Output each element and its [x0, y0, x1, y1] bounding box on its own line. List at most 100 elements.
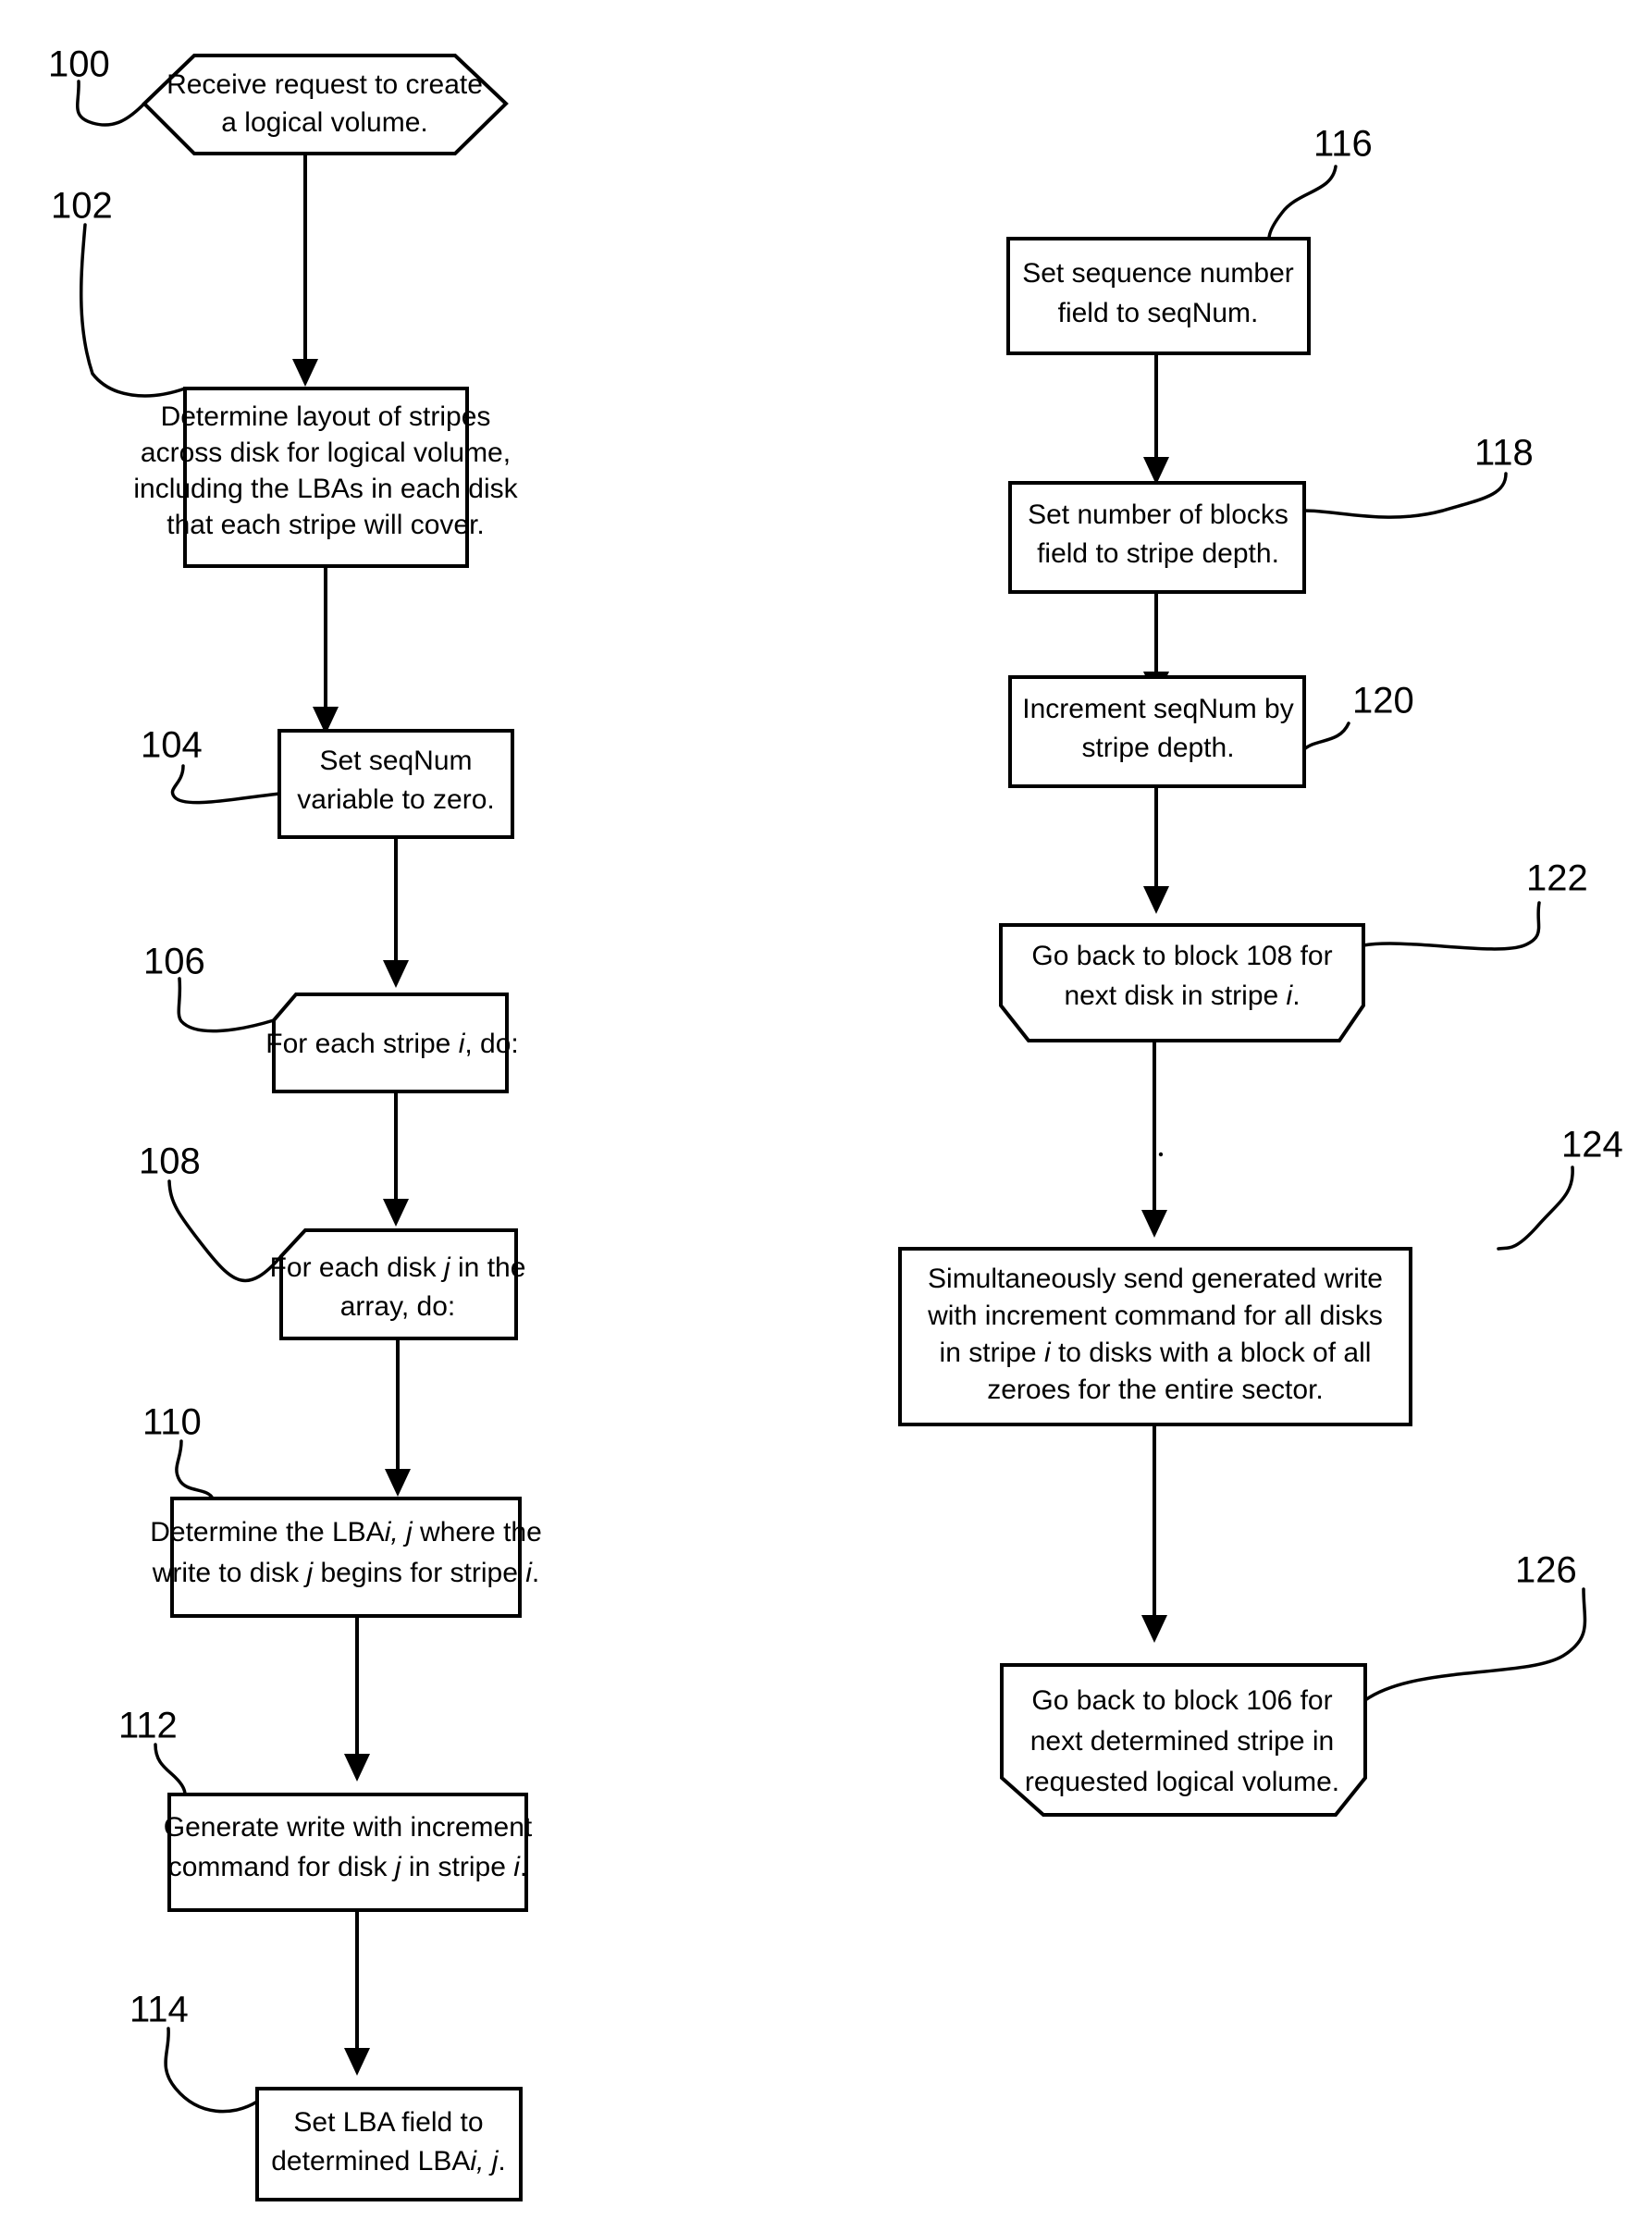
node-110-line2: write to disk j begins for stripe i.	[152, 1558, 540, 1588]
node-124-t3: to disks with a block of all	[1051, 1338, 1372, 1368]
edge-112-114-arrow	[344, 2048, 370, 2076]
node-112-line2: command for disk j in stripe i.	[168, 1852, 528, 1882]
node-112-t1: command for disk	[168, 1852, 395, 1882]
edge-116-118	[1143, 353, 1169, 485]
ref-110-label: 110	[142, 1402, 202, 1443]
node-126: Go back to block 106 for next determined…	[1000, 1663, 1367, 1817]
edge-120-122-arrow	[1143, 886, 1169, 914]
ref-116-label: 116	[1313, 124, 1373, 165]
ref-114-leader	[164, 2027, 259, 2114]
node-110-line1: Determine the LBAi, j where the	[150, 1517, 542, 1548]
edge-124-126	[1141, 1424, 1167, 1643]
node-108-t3: in the	[450, 1252, 526, 1283]
node-112-t5: .	[520, 1852, 527, 1882]
node-108-line1: For each disk j in the	[270, 1252, 526, 1283]
ref-124-label: 124	[1561, 1125, 1623, 1165]
node-116-line2: field to seqNum.	[1058, 298, 1259, 328]
edge-104-106-arrow	[383, 960, 409, 988]
ref-110-leader	[175, 1439, 215, 1500]
node-104-line1: Set seqNum	[319, 746, 472, 776]
node-126-line1: Go back to block 106 for	[1031, 1685, 1332, 1716]
node-102-line1: Determine layout of stripes	[161, 401, 491, 432]
node-116: Set sequence number field to seqNum.	[1006, 237, 1311, 355]
edge-110-112-arrow	[344, 1754, 370, 1782]
node-122-line1: Go back to block 108 for	[1031, 941, 1332, 971]
node-120: Increment seqNum by stripe depth.	[1008, 675, 1306, 788]
node-124-t1: in stripe	[940, 1338, 1044, 1368]
node-110-t4: write to disk	[152, 1558, 307, 1588]
ref-116-leader	[1267, 165, 1338, 240]
ref-126-group: 126	[1363, 1550, 1587, 1702]
node-108: For each disk j in the array, do:	[270, 1228, 526, 1340]
node-102-line2: across disk for logical volume,	[141, 438, 511, 468]
edge-116-118-arrow	[1143, 457, 1169, 485]
node-114-shape	[255, 2087, 523, 2201]
node-106-t1: For each stripe	[265, 1029, 458, 1059]
node-122-t3: .	[1292, 980, 1300, 1011]
ref-106-group: 106	[143, 942, 276, 1033]
edge-106-108-arrow	[383, 1199, 409, 1227]
node-122: Go back to block 108 for next disk in st…	[999, 923, 1365, 1042]
node-120-line1: Increment seqNum by	[1022, 694, 1293, 724]
edge-124-126-arrow	[1141, 1615, 1167, 1643]
ref-106-label: 106	[143, 942, 205, 982]
ref-120-label: 120	[1352, 681, 1414, 721]
node-122-line2: next disk in stripe i.	[1064, 980, 1300, 1011]
node-112: Generate write with increment command fo…	[164, 1793, 533, 1912]
node-106-line1: For each stripe i, do:	[265, 1029, 518, 1059]
ref-126-label: 126	[1515, 1550, 1577, 1591]
ref-100-group: 100	[48, 44, 146, 127]
ref-118-label: 118	[1474, 433, 1534, 474]
node-124-line1: Simultaneously send generated write	[928, 1264, 1383, 1294]
edge-102-104	[313, 566, 339, 734]
edge-100-102-arrow	[292, 359, 318, 387]
ref-114-label: 114	[129, 1990, 189, 2030]
edge-106-108	[383, 1091, 409, 1227]
ref-104-label: 104	[141, 725, 203, 766]
node-102-line3: including the LBAs in each disk	[133, 474, 518, 504]
ref-112-leader	[154, 1743, 187, 1796]
edge-122-124	[1141, 1041, 1167, 1238]
node-102: Determine layout of stripes across disk …	[133, 387, 519, 568]
node-118-line2: field to stripe depth.	[1037, 538, 1279, 569]
node-114: Set LBA field to determined LBAi, j.	[255, 2087, 523, 2201]
edge-108-110-arrow	[385, 1469, 411, 1497]
node-112-t3: in stripe	[401, 1852, 514, 1882]
ref-116-group: 116	[1267, 124, 1373, 240]
node-120-line2: stripe depth.	[1081, 733, 1234, 763]
ref-126-leader	[1363, 1587, 1587, 1702]
ref-108-group: 108	[139, 1141, 283, 1283]
node-108-t1: For each disk	[270, 1252, 444, 1283]
ref-102-leader	[79, 223, 187, 398]
node-118: Set number of blocks field to stripe dep…	[1008, 481, 1306, 594]
ref-124-leader	[1497, 1165, 1574, 1251]
node-124-line2: with increment command for all disks	[927, 1301, 1383, 1331]
node-108-shape	[279, 1228, 518, 1340]
node-124: Simultaneously send generated write with…	[898, 1247, 1412, 1426]
node-114-t2: i, j	[470, 2146, 499, 2177]
flowchart-canvas: Receive request to create a logical volu…	[48, 44, 1623, 2201]
node-118-line1: Set number of blocks	[1028, 499, 1288, 530]
ref-124-group: 124	[1497, 1125, 1623, 1251]
node-102-line4: that each stripe will cover.	[166, 510, 485, 540]
edge-112-114	[344, 1910, 370, 2076]
node-110: Determine the LBAi, j where the write to…	[150, 1497, 542, 1618]
node-114-line1: Set LBA field to	[293, 2107, 483, 2138]
edge-110-112	[344, 1616, 370, 1782]
ref-104-group: 104	[141, 725, 281, 805]
ref-104-leader	[170, 764, 281, 805]
ref-108-leader	[167, 1179, 283, 1283]
ref-122-leader	[1362, 901, 1541, 951]
node-110-t3: where the	[413, 1517, 542, 1548]
ref-118-leader	[1302, 472, 1508, 519]
ref-108-label: 108	[139, 1141, 201, 1182]
edge-122-124-arrow	[1141, 1210, 1167, 1238]
ref-110-group: 110	[142, 1402, 215, 1500]
ref-120-group: 120	[1302, 681, 1414, 751]
node-104: Set seqNum variable to zero.	[277, 729, 514, 839]
node-110-t2: i, j	[385, 1517, 413, 1548]
node-110-t6: begins for stripe	[313, 1558, 525, 1588]
node-116-line1: Set sequence number	[1022, 258, 1294, 289]
node-126-line3: requested logical volume.	[1025, 1767, 1339, 1797]
node-104-line2: variable to zero.	[297, 784, 494, 815]
